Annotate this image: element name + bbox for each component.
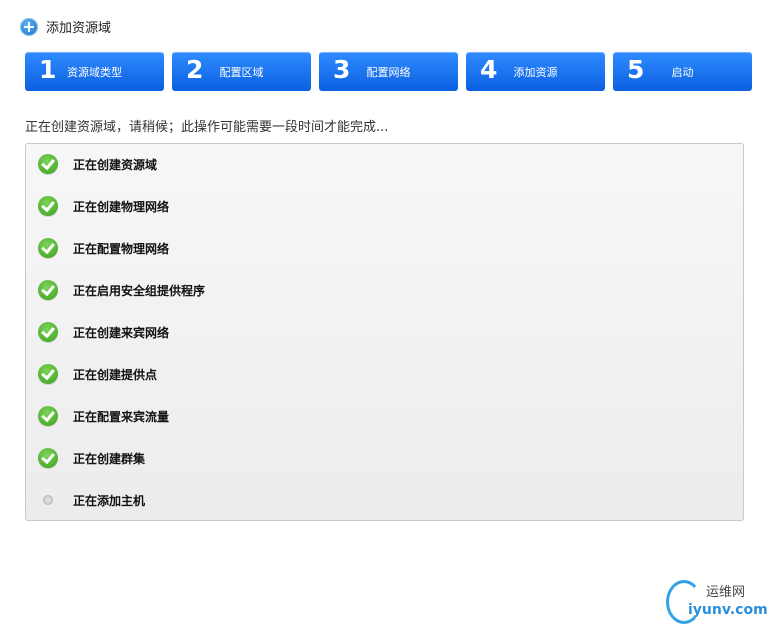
page-title: 添加资源域: [46, 21, 112, 36]
step-label: 启动: [671, 66, 694, 79]
task-item: 正在创建来宾网络: [38, 321, 169, 343]
task-label: 正在创建提供点: [73, 367, 158, 382]
task-item: 正在创建群集: [38, 447, 145, 469]
watermark-logo: 运维网 iyunv.com: [666, 580, 768, 624]
task-item: 正在创建资源域: [38, 153, 157, 175]
check-circle-icon: [38, 238, 58, 258]
task-item: 正在启用安全组提供程序: [38, 279, 205, 301]
task-label: 正在启用安全组提供程序: [73, 283, 206, 298]
pending-dot-icon: [38, 490, 58, 510]
watermark-url: iyunv.com: [688, 602, 768, 618]
step-label: 配置区域: [219, 66, 264, 79]
task-label: 正在配置来宾流量: [73, 409, 170, 424]
task-label: 正在创建群集: [73, 451, 146, 466]
task-label: 正在添加主机: [73, 493, 146, 508]
task-item: 正在添加主机: [38, 489, 145, 511]
check-circle-icon: [38, 406, 58, 426]
step-label: 资源域类型: [67, 66, 122, 79]
check-circle-icon: [38, 154, 58, 174]
task-list-panel: 正在创建资源域 正在创建物理网络 正在配置物理网络 正在启用安全组提供程序 正在…: [25, 143, 744, 521]
step-2-button[interactable]: 2 配置区域: [172, 52, 311, 91]
task-label: 正在配置物理网络: [73, 241, 170, 256]
step-4-button[interactable]: 4 添加资源: [466, 52, 605, 91]
task-label: 正在创建物理网络: [73, 199, 170, 214]
task-label: 正在创建来宾网络: [73, 325, 170, 340]
check-circle-icon: [38, 280, 58, 300]
check-circle-icon: [38, 448, 58, 468]
task-item: 正在配置物理网络: [38, 237, 169, 259]
wizard-steps: 1 资源域类型 2 配置区域 3 配置网络 4 添加资源 5 启动: [25, 52, 752, 91]
check-circle-icon: [38, 196, 58, 216]
task-item: 正在配置来宾流量: [38, 405, 169, 427]
step-3-button[interactable]: 3 配置网络: [319, 52, 458, 91]
wizard-header: + 添加资源域: [20, 17, 111, 36]
step-label: 添加资源: [513, 66, 558, 79]
task-label: 正在创建资源域: [73, 157, 158, 172]
step-label: 配置网络: [366, 66, 411, 79]
task-item: 正在创建物理网络: [38, 195, 169, 217]
task-item: 正在创建提供点: [38, 363, 157, 385]
check-circle-icon: [38, 322, 58, 342]
watermark-text: 运维网: [706, 585, 746, 600]
check-circle-icon: [38, 364, 58, 384]
step-5-button[interactable]: 5 启动: [613, 52, 752, 91]
progress-status-text: 正在创建资源域，请稍候；此操作可能需要一段时间才能完成...: [25, 120, 389, 135]
step-1-button[interactable]: 1 资源域类型: [25, 52, 164, 91]
add-circle-icon: +: [20, 17, 38, 36]
